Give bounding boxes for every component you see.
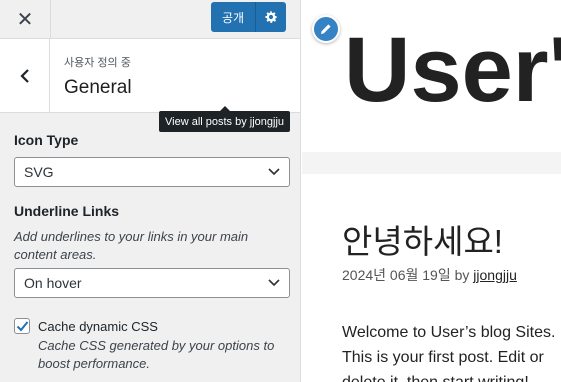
post-date[interactable]: 2024년 06월 19일 [342, 267, 451, 283]
icon-type-select[interactable]: SVG [14, 157, 290, 187]
cache-css-label[interactable]: Cache dynamic CSS [38, 319, 158, 334]
chevron-left-icon [19, 69, 29, 83]
underline-links-label: Underline Links [14, 203, 120, 219]
chevron-down-icon [268, 168, 280, 176]
publish-settings-button[interactable] [256, 2, 286, 32]
publish-button[interactable]: 공개 [211, 2, 256, 32]
section-header: 사용자 정의 중 General [0, 39, 300, 113]
underline-links-value: On hover [24, 275, 82, 291]
customizer-panel: ✕ 공개 사용자 정의 중 General Icon Type SVG Unde… [0, 0, 301, 382]
section-title: General [64, 77, 132, 98]
close-customizer-button[interactable]: ✕ [0, 0, 51, 39]
chevron-down-icon [268, 279, 280, 287]
post-body: Welcome to User’s blog Sites. This is yo… [342, 324, 556, 382]
edit-shortcut-button[interactable] [312, 15, 340, 43]
section-breadcrumb: 사용자 정의 중 [64, 57, 131, 69]
gear-icon [265, 11, 278, 23]
cache-css-checkbox[interactable] [14, 318, 30, 334]
site-title[interactable]: User's blog [344, 19, 561, 121]
icon-type-value: SVG [24, 164, 54, 180]
icon-type-label: Icon Type [14, 132, 79, 148]
underline-links-description: Add underlines to your links in your mai… [14, 229, 249, 262]
author-tooltip: View all posts by jjongjju [159, 106, 291, 132]
post-author-link[interactable]: jjongjju [473, 267, 517, 283]
post-title[interactable]: 안녕하세요! [342, 215, 503, 263]
pencil-icon [321, 24, 331, 34]
site-preview: User's blog 안녕하세요! 2024년 06월 19일 by jjon… [302, 0, 561, 382]
checkmark-icon [16, 321, 28, 332]
underline-links-select[interactable]: On hover [14, 268, 290, 298]
publish-button-group: 공개 [211, 2, 286, 32]
back-button[interactable] [0, 39, 50, 113]
post-by-label: by [454, 267, 470, 283]
customizer-topbar: ✕ 공개 [0, 0, 300, 39]
header-divider-band [302, 152, 561, 174]
post-meta: 2024년 06월 19일 by jjongjju [342, 265, 517, 285]
close-icon: ✕ [16, 9, 34, 31]
cache-css-description: Cache CSS generated by your options to b… [38, 338, 275, 371]
